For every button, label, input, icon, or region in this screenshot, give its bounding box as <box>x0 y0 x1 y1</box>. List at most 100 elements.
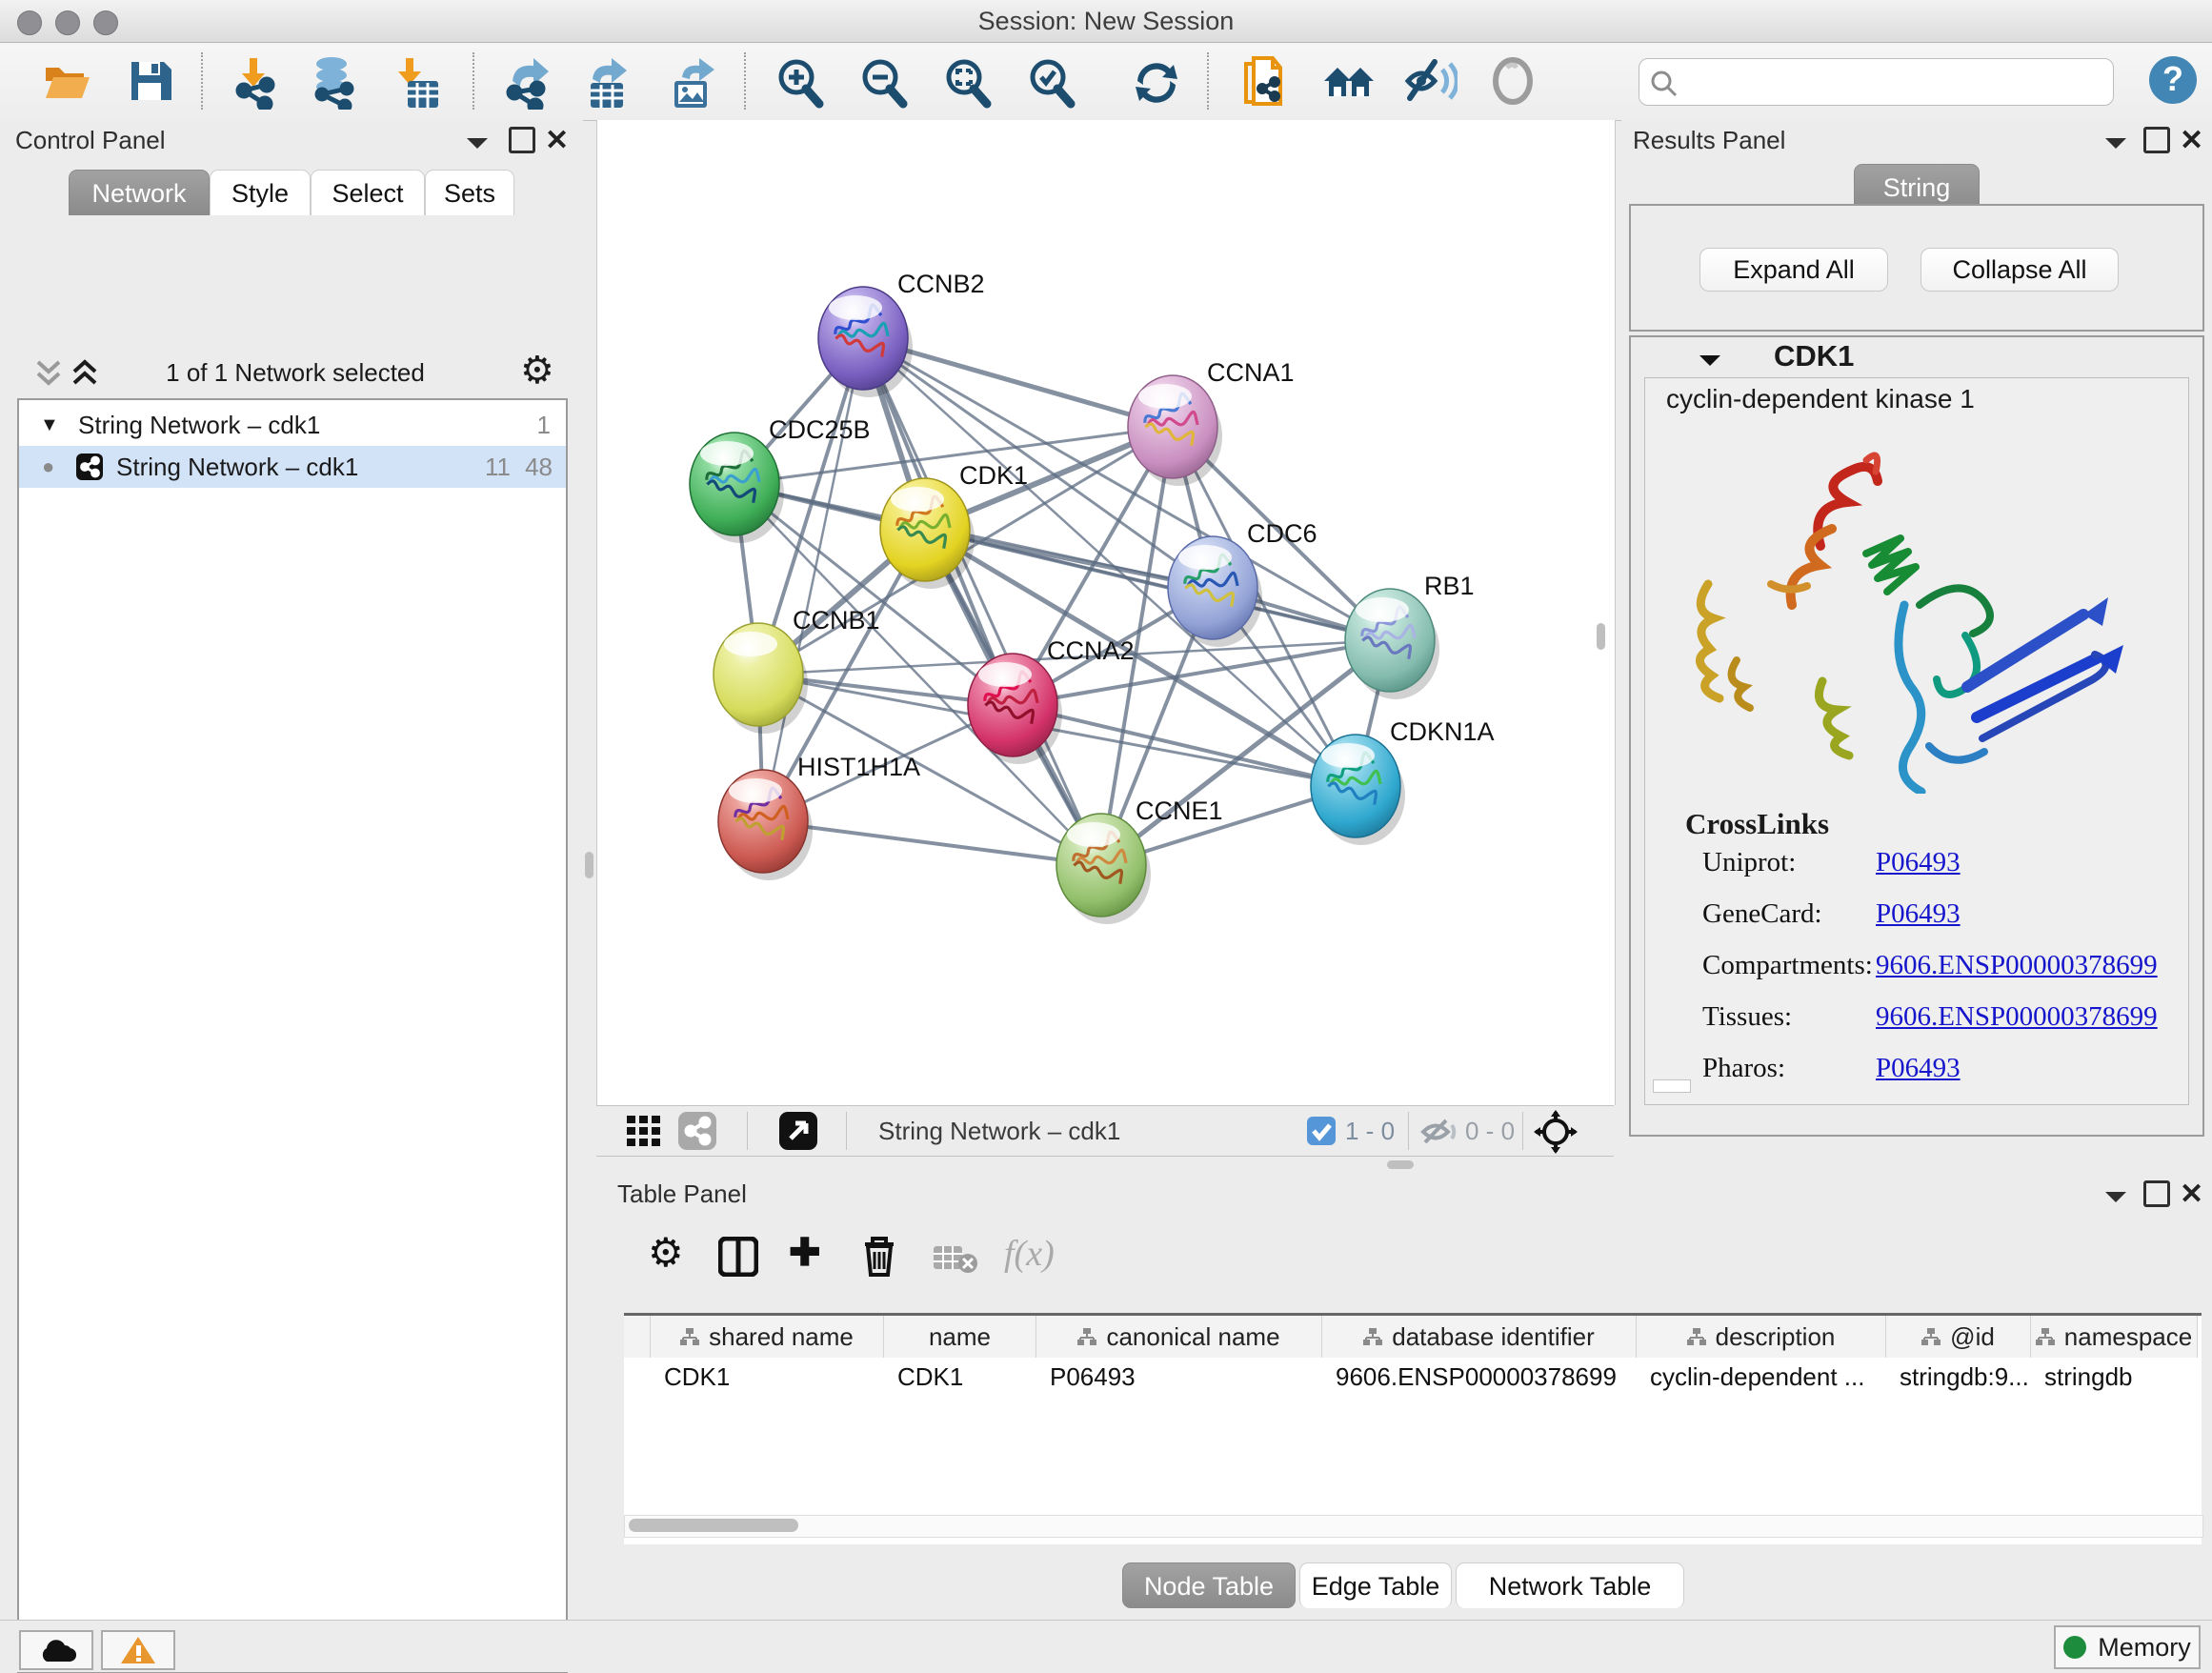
zoom-out-icon[interactable] <box>857 56 911 106</box>
panel-menu-icon[interactable] <box>2103 1189 2128 1204</box>
float-panel-icon[interactable] <box>509 127 535 153</box>
tab-edge-table[interactable]: Edge Table <box>1299 1562 1452 1608</box>
export-table-icon[interactable] <box>581 56 634 106</box>
tab-network-table[interactable]: Network Table <box>1456 1562 1684 1608</box>
edge-HIST1H1A-CCNE1[interactable] <box>763 821 1101 865</box>
table-hscrollbar-thumb[interactable] <box>629 1519 798 1532</box>
refresh-icon[interactable] <box>1130 56 1183 106</box>
share-file-icon[interactable] <box>1238 56 1292 106</box>
node-RB1[interactable]: RB1 <box>1345 572 1475 699</box>
network-row[interactable]: ● String Network – cdk1 11 48 <box>19 446 566 488</box>
column-header[interactable]: shared name <box>651 1316 884 1358</box>
search-box[interactable] <box>1639 58 2114 106</box>
search-input[interactable] <box>1685 65 2099 97</box>
horizontal-splitter-handle[interactable] <box>1387 1160 1414 1169</box>
tab-select[interactable]: Select <box>311 170 425 215</box>
node-CDKN1A[interactable]: CDKN1A <box>1311 717 1495 845</box>
collapse-all-button[interactable]: Collapse All <box>1920 248 2119 292</box>
table-cell[interactable]: CDK1 <box>884 1358 1036 1396</box>
left-splitter-handle[interactable] <box>585 852 593 878</box>
close-panel-icon[interactable]: ✕ <box>545 124 569 157</box>
selected-checkbox-icon[interactable] <box>1307 1117 1336 1145</box>
node-CDC25B[interactable]: CDC25B <box>690 415 871 543</box>
column-header[interactable]: name <box>884 1316 1036 1358</box>
tab-node-table[interactable]: Node Table <box>1122 1562 1296 1608</box>
add-column-icon[interactable]: ✚ <box>789 1231 821 1275</box>
gear-icon[interactable]: ⚙ <box>520 349 554 393</box>
collapse-section-icon[interactable] <box>1698 353 1722 368</box>
crosslink-label: GeneCard: <box>1702 898 1822 929</box>
column-header[interactable]: namespace <box>2031 1316 2198 1358</box>
column-header[interactable]: database identifier <box>1322 1316 1637 1358</box>
homes-icon[interactable] <box>1320 56 1377 106</box>
network-collection-row[interactable]: ▼ String Network – cdk1 1 <box>19 404 566 446</box>
close-panel-icon[interactable]: ✕ <box>2180 124 2203 157</box>
table-cell[interactable]: stringdb:9... <box>1886 1358 2031 1396</box>
zoom-selected-icon[interactable] <box>1025 56 1078 106</box>
node-CCNE1[interactable]: CCNE1 <box>1056 796 1223 924</box>
right-splitter-handle[interactable] <box>1597 623 1605 650</box>
expander-icon[interactable]: ▼ <box>40 404 59 446</box>
show-columns-icon[interactable] <box>718 1237 758 1277</box>
node-CCNA1[interactable]: CCNA1 <box>1128 358 1295 486</box>
open-session-icon[interactable] <box>42 56 91 106</box>
panel-menu-icon[interactable] <box>465 135 490 151</box>
help-icon[interactable]: ? <box>2147 54 2199 104</box>
zoom-fit-icon[interactable] <box>941 56 995 106</box>
panel-menu-icon[interactable] <box>2103 135 2128 151</box>
pan-crosshair-icon[interactable] <box>1534 1110 1578 1154</box>
delete-column-trash-icon[interactable] <box>859 1233 899 1279</box>
memory-button[interactable]: Memory <box>2054 1625 2201 1669</box>
export-network-icon[interactable] <box>503 56 556 106</box>
float-panel-icon[interactable] <box>2143 127 2170 153</box>
node-HIST1H1A[interactable]: HIST1H1A <box>718 753 920 880</box>
float-panel-icon[interactable] <box>2143 1180 2170 1207</box>
cloud-button[interactable] <box>19 1630 93 1670</box>
network-graph[interactable]: CCNB2CCNA1CDC25BCDK1CDC6RB1CCNB1CCNA2CDK… <box>597 120 1615 1105</box>
table-settings-gear-icon[interactable]: ⚙ <box>648 1229 684 1276</box>
collapse-all-chevron-icon[interactable] <box>34 358 63 391</box>
node-table[interactable]: shared name namecanonical namedatabase id… <box>624 1313 2202 1544</box>
column-header-label: shared name <box>709 1322 854 1352</box>
export-image-icon[interactable] <box>667 56 720 106</box>
crosslink-link[interactable]: P06493 <box>1876 847 1961 878</box>
edge-CDK1-RB1[interactable] <box>925 530 1390 640</box>
tab-string[interactable]: String <box>1854 164 1980 210</box>
table-cell[interactable]: stringdb <box>2031 1358 2198 1396</box>
table-cell[interactable]: CDK1 <box>651 1358 884 1396</box>
import-database-icon[interactable] <box>307 56 360 106</box>
table-cell[interactable]: P06493 <box>1036 1358 1322 1396</box>
save-session-icon[interactable] <box>126 56 175 106</box>
column-header[interactable]: description <box>1637 1316 1886 1358</box>
edge-CCNA2-CDKN1A[interactable] <box>1013 705 1356 786</box>
hide-unhide-icon[interactable] <box>1402 56 1458 106</box>
crosslink-link[interactable]: P06493 <box>1876 898 1961 930</box>
expand-all-button[interactable]: Expand All <box>1699 248 1888 292</box>
node-CDC6[interactable]: CDC6 <box>1168 519 1317 647</box>
edge-CCNB2-CCNE1[interactable] <box>863 338 1101 865</box>
edge-CCNB2-HIST1H1A[interactable] <box>763 338 863 821</box>
crosslink-link[interactable]: 9606.ENSP00000378699 <box>1876 1001 2158 1033</box>
table-cell[interactable]: 9606.ENSP00000378699 <box>1322 1358 1637 1396</box>
network-canvas[interactable]: CCNB2CCNA1CDC25BCDK1CDC6RB1CCNB1CCNA2CDK… <box>596 120 1616 1105</box>
import-table-icon[interactable] <box>392 56 442 106</box>
warning-button[interactable] <box>101 1630 175 1670</box>
birdseye-view-icon[interactable] <box>779 1112 817 1150</box>
tab-style[interactable]: Style <box>210 170 311 215</box>
expand-all-chevron-icon[interactable] <box>70 358 99 391</box>
crosslink-link[interactable]: 9606.ENSP00000378699 <box>1876 950 2158 981</box>
tab-sets[interactable]: Sets <box>425 170 514 215</box>
column-header[interactable]: canonical name <box>1036 1316 1322 1358</box>
close-panel-icon[interactable]: ✕ <box>2180 1178 2203 1211</box>
import-network-icon[interactable] <box>231 56 282 106</box>
table-cell[interactable]: cyclin-dependent ... <box>1637 1358 1886 1396</box>
zoom-in-icon[interactable] <box>774 56 827 106</box>
results-panel-title: Results Panel <box>1633 126 1785 155</box>
node-CCNB2[interactable]: CCNB2 <box>818 270 985 397</box>
tab-network[interactable]: Network <box>69 170 210 215</box>
grid-view-icon[interactable] <box>627 1116 665 1148</box>
column-header[interactable]: @id <box>1886 1316 2031 1358</box>
network-view-icon[interactable] <box>678 1112 716 1150</box>
table-hscrollbar[interactable] <box>624 1515 2203 1538</box>
crosslink-link[interactable]: P06493 <box>1876 1053 1961 1084</box>
